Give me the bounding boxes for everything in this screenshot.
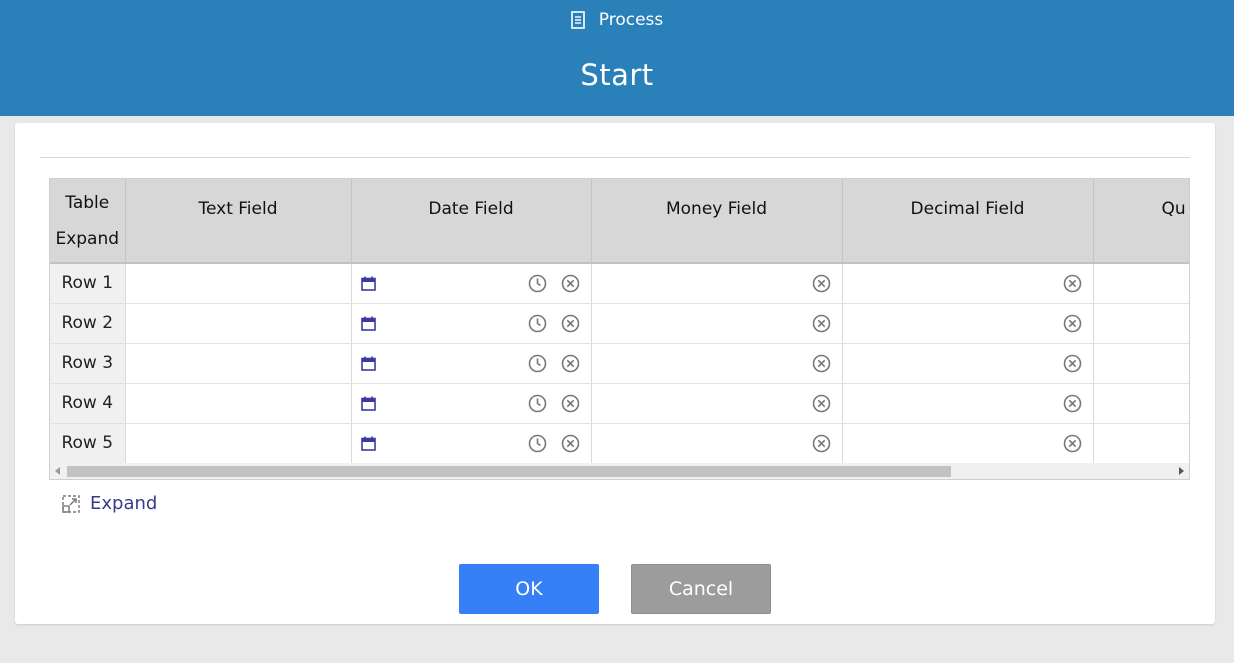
header-bar: Process Start [0,0,1234,116]
date-field-cell[interactable] [351,303,592,344]
form-card: Table Expand Text Field Date Field Money… [15,123,1215,624]
clear-icon[interactable] [812,354,831,373]
clock-icon[interactable] [528,434,547,453]
text-field-cell[interactable] [125,423,352,464]
clear-icon[interactable] [1063,434,1082,453]
clear-icon[interactable] [812,394,831,413]
column-header-quantity-field: Qu [1093,179,1189,264]
decimal-field-cell[interactable] [842,423,1094,464]
calendar-icon[interactable] [360,436,376,451]
text-field-cell[interactable] [125,263,352,304]
money-field-cell[interactable] [591,303,843,344]
horizontal-scrollbar[interactable] [50,463,1189,479]
row-label: Row 3 [50,343,126,384]
clear-icon[interactable] [1063,394,1082,413]
clear-icon[interactable] [561,354,580,373]
column-header-text-field: Text Field [125,179,352,264]
column-header-decimal-field: Decimal Field [842,179,1094,264]
decimal-field-cell[interactable] [842,343,1094,384]
decimal-field-cell[interactable] [842,383,1094,424]
table-row: Row 1 [50,263,1189,304]
column-header-date-field: Date Field [351,179,592,264]
scroll-right-arrow-icon[interactable] [1179,467,1184,475]
clear-icon[interactable] [561,394,580,413]
date-field-cell[interactable] [351,423,592,464]
clear-icon[interactable] [561,434,580,453]
clear-icon[interactable] [812,434,831,453]
money-field-cell[interactable] [591,263,843,304]
clock-icon[interactable] [528,354,547,373]
expand-label: Expand [90,493,158,514]
cancel-button[interactable]: Cancel [631,564,771,614]
quantity-field-cell[interactable] [1093,303,1189,344]
date-field-cell[interactable] [351,383,592,424]
column-header-table-expand: Table Expand [50,179,126,264]
scrollbar-thumb[interactable] [67,466,951,477]
text-field-cell[interactable] [125,383,352,424]
calendar-icon[interactable] [360,316,376,331]
table-row: Row 3 [50,343,1189,384]
clock-icon[interactable] [528,314,547,333]
data-table: Table Expand Text Field Date Field Money… [50,179,1189,464]
quantity-field-cell[interactable] [1093,343,1189,384]
table-row: Row 4 [50,383,1189,424]
clear-icon[interactable] [812,274,831,293]
quantity-field-cell[interactable] [1093,383,1189,424]
table-header-row: Table Expand Text Field Date Field Money… [50,179,1189,264]
row-label: Row 4 [50,383,126,424]
table-expand-grid: Table Expand Text Field Date Field Money… [49,178,1190,480]
scroll-left-arrow-icon[interactable] [55,467,60,475]
document-icon [570,11,585,29]
expand-icon [62,494,80,513]
text-field-cell[interactable] [125,343,352,384]
row-label: Row 2 [50,303,126,344]
process-label: Process [598,10,664,30]
ok-button[interactable]: OK [459,564,599,614]
row-label: Row 5 [50,423,126,464]
money-field-cell[interactable] [591,423,843,464]
decimal-field-cell[interactable] [842,263,1094,304]
calendar-icon[interactable] [360,356,376,371]
calendar-icon[interactable] [360,276,376,291]
clear-icon[interactable] [812,314,831,333]
clock-icon[interactable] [528,274,547,293]
clear-icon[interactable] [1063,274,1082,293]
decimal-field-cell[interactable] [842,303,1094,344]
process-breadcrumb: Process [0,8,1234,32]
clock-icon[interactable] [528,394,547,413]
divider [40,157,1190,158]
calendar-icon[interactable] [360,396,376,411]
table-row: Row 5 [50,423,1189,464]
date-field-cell[interactable] [351,263,592,304]
quantity-field-cell[interactable] [1093,263,1189,304]
column-header-money-field: Money Field [591,179,843,264]
clear-icon[interactable] [561,274,580,293]
date-field-cell[interactable] [351,343,592,384]
table-row: Row 2 [50,303,1189,344]
row-label: Row 1 [50,263,126,304]
text-field-cell[interactable] [125,303,352,344]
money-field-cell[interactable] [591,343,843,384]
clear-icon[interactable] [561,314,580,333]
page-title: Start [580,58,654,92]
clear-icon[interactable] [1063,354,1082,373]
quantity-field-cell[interactable] [1093,423,1189,464]
expand-link[interactable]: Expand [62,493,157,514]
clear-icon[interactable] [1063,314,1082,333]
money-field-cell[interactable] [591,383,843,424]
